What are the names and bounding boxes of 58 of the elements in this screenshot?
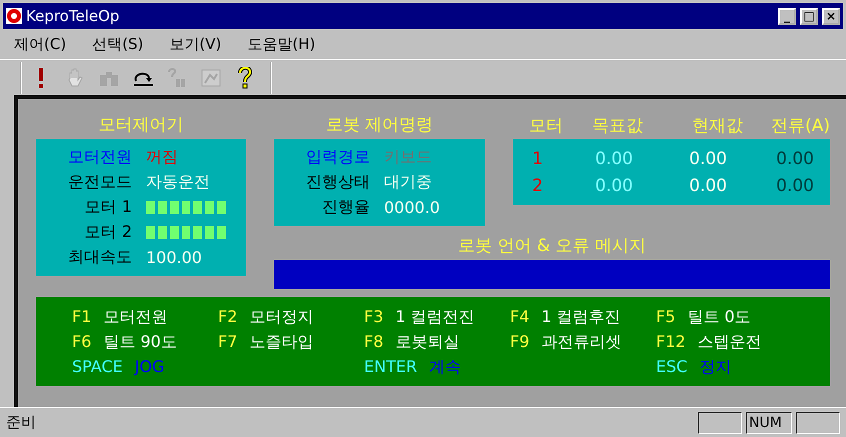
field-value: 꺼짐: [146, 147, 179, 168]
table-cell-text: 0.00: [594, 148, 633, 168]
shortcut-text: F7 노즐타입: [218, 332, 314, 353]
shortcut-text: F9 과전류리셋: [510, 332, 622, 353]
shortcut-text: F6 틸트 90도: [72, 332, 178, 353]
menu-item[interactable]: 보기(V): [169, 34, 222, 54]
window-control-button[interactable]: ×: [822, 8, 840, 24]
field-label: 모터 1: [84, 197, 132, 218]
table-cell-text: 1: [531, 148, 543, 168]
field-label: 최대속도: [67, 247, 132, 268]
column-header: 모터: [528, 114, 563, 136]
panel-heading: 로봇 제어명령: [324, 114, 434, 137]
field-label: 모터전원: [67, 147, 132, 168]
shortcut-text: ESC 정지: [656, 357, 732, 378]
shortcut-text: F3 1 컬럼전진: [364, 307, 476, 328]
table-cell-text: 2: [531, 176, 543, 196]
shortcut-text: F4 1 컬럼후진: [510, 307, 622, 328]
field-label: 진행상태: [305, 172, 370, 193]
window-control-button[interactable]: □: [800, 8, 818, 24]
panel-heading: 로봇 언어 & 오류 메시지: [457, 235, 647, 258]
column-header: 전류(A): [770, 114, 830, 136]
menu-item[interactable]: 제어(C): [14, 34, 66, 54]
field-value: 0000.0: [384, 198, 441, 217]
column-header: 목표값: [591, 114, 643, 136]
menu-item[interactable]: 선택(S): [92, 34, 144, 54]
shortcut-text: F1 모터전원: [72, 307, 168, 328]
table-cell-text: 0.00: [688, 176, 727, 196]
table-cell-text: 0.00: [594, 176, 633, 196]
field-label: 입력경로: [305, 147, 370, 168]
hand-icon: [66, 68, 84, 88]
exclamation-icon: [38, 68, 44, 88]
window-title: KeproTeleOp: [26, 7, 120, 25]
window-control-button[interactable]: _: [778, 8, 796, 24]
table-cell-text: 0.00: [688, 148, 727, 168]
shortcut-text: SPACE JOG: [72, 357, 166, 378]
shortcut-text: F8 로봇퇴실: [364, 332, 460, 353]
app-logo-icon: [6, 8, 22, 24]
shortcut-text: F12 스텝운전: [656, 332, 763, 353]
field-label: 운전모드: [67, 172, 132, 193]
question-mark-icon: [238, 66, 252, 88]
panel-heading: 모터제어기: [98, 114, 184, 137]
column-header: 현재값: [691, 114, 743, 136]
field-value: 100.00: [146, 248, 203, 267]
status-indicator: NUM: [746, 412, 792, 434]
table-cell-text: 0.00: [775, 176, 814, 196]
field-value: 대기중: [384, 172, 433, 193]
shortcut-text: F2 모터정지: [218, 307, 314, 328]
query-icon: [167, 68, 187, 88]
menu-item[interactable]: 도움말(H): [247, 34, 316, 54]
status-text: 준비: [6, 413, 37, 432]
field-value: 키보드: [384, 147, 433, 168]
shortcut-text: ENTER 계속: [364, 357, 462, 378]
picture-frame-icon: [201, 68, 221, 86]
field-label: 모터 2: [84, 222, 132, 243]
shortcut-text: F5 틸트 0도: [656, 307, 752, 328]
field-value: 자동운전: [146, 172, 211, 193]
field-label: 진행율: [321, 197, 370, 218]
table-cell-text: 0.00: [775, 148, 814, 168]
